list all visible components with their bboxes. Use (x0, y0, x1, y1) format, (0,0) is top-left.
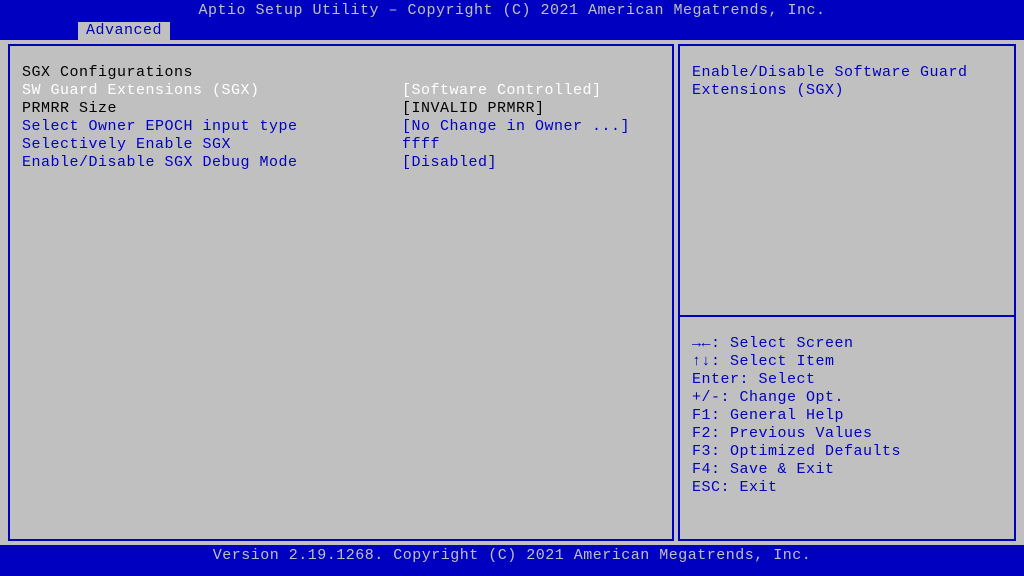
help-key-text: : General Help (711, 407, 844, 424)
footer-bar: Version 2.19.1268. Copyright (C) 2021 Am… (0, 545, 1024, 567)
help-key-esc: ESC: Exit (692, 479, 1002, 497)
arrows-left-right-icon: →← (692, 335, 711, 353)
help-key-f2: F2: Previous Values (692, 425, 1002, 443)
help-key-select-item: ↑↓: Select Item (692, 353, 1002, 371)
help-key-glyph: F1 (692, 407, 711, 424)
help-key-text: : Previous Values (711, 425, 873, 442)
setting-label: Selectively Enable SGX (22, 136, 402, 154)
tab-advanced[interactable]: Advanced (78, 22, 170, 40)
setting-value: [Disabled] (402, 154, 497, 172)
section-title: SGX Configurations (22, 64, 402, 82)
main-area: SGX Configurations SW Guard Extensions (… (0, 40, 1024, 545)
setting-value: [Software Controlled] (402, 82, 602, 100)
help-key-glyph: F4 (692, 461, 711, 478)
help-key-select-screen: →←: Select Screen (692, 335, 1002, 353)
setting-label: PRMRR Size (22, 100, 402, 118)
help-key-glyph: F3 (692, 443, 711, 460)
help-key-text: : Select Item (711, 353, 835, 370)
setting-row-epoch[interactable]: Select Owner EPOCH input type [No Change… (22, 118, 660, 136)
setting-row-debug[interactable]: Enable/Disable SGX Debug Mode [Disabled] (22, 154, 660, 172)
help-key-glyph: F2 (692, 425, 711, 442)
help-keys: →←: Select Screen ↑↓: Select Item Enter:… (692, 317, 1002, 527)
setting-value: [INVALID PRMRR] (402, 100, 545, 118)
help-key-text: : Save & Exit (711, 461, 835, 478)
setting-row-selective[interactable]: Selectively Enable SGX ffff (22, 136, 660, 154)
footer-text: Version 2.19.1268. Copyright (C) 2021 Am… (213, 547, 812, 564)
help-panel: Enable/Disable Software Guard Extensions… (678, 44, 1016, 541)
setting-label: Select Owner EPOCH input type (22, 118, 402, 136)
help-key-text: : Change Opt. (721, 389, 845, 406)
help-spacer (692, 100, 1002, 315)
help-key-f4: F4: Save & Exit (692, 461, 1002, 479)
setting-row-sgx[interactable]: SW Guard Extensions (SGX) [Software Cont… (22, 82, 660, 100)
help-line: Enable/Disable Software Guard (692, 64, 1002, 82)
help-keys-padding (692, 317, 1002, 335)
setting-value: [No Change in Owner ...] (402, 118, 630, 136)
setting-label: Enable/Disable SGX Debug Mode (22, 154, 402, 172)
section-title-row: SGX Configurations (22, 64, 660, 82)
help-key-f3: F3: Optimized Defaults (692, 443, 1002, 461)
help-key-glyph: Enter (692, 371, 740, 388)
help-description: Enable/Disable Software Guard Extensions… (692, 64, 1002, 100)
setting-label: SW Guard Extensions (SGX) (22, 82, 402, 100)
setting-row-prmrr: PRMRR Size [INVALID PRMRR] (22, 100, 660, 118)
title-bar: Aptio Setup Utility – Copyright (C) 2021… (0, 0, 1024, 22)
help-key-text: : Optimized Defaults (711, 443, 901, 460)
help-key-text: : Select (740, 371, 816, 388)
help-key-change: +/-: Change Opt. (692, 389, 1002, 407)
help-key-text: : Select Screen (711, 335, 854, 352)
help-key-enter: Enter: Select (692, 371, 1002, 389)
settings-panel: SGX Configurations SW Guard Extensions (… (8, 44, 674, 541)
title-text: Aptio Setup Utility – Copyright (C) 2021… (198, 2, 825, 19)
help-key-text: : Exit (721, 479, 778, 496)
arrows-up-down-icon: ↑↓ (692, 353, 711, 371)
help-key-f1: F1: General Help (692, 407, 1002, 425)
help-key-glyph: ESC (692, 479, 721, 496)
setting-value: ffff (402, 136, 440, 154)
help-key-glyph: +/- (692, 389, 721, 406)
help-line: Extensions (SGX) (692, 82, 1002, 100)
tab-row: Advanced (0, 22, 1024, 40)
